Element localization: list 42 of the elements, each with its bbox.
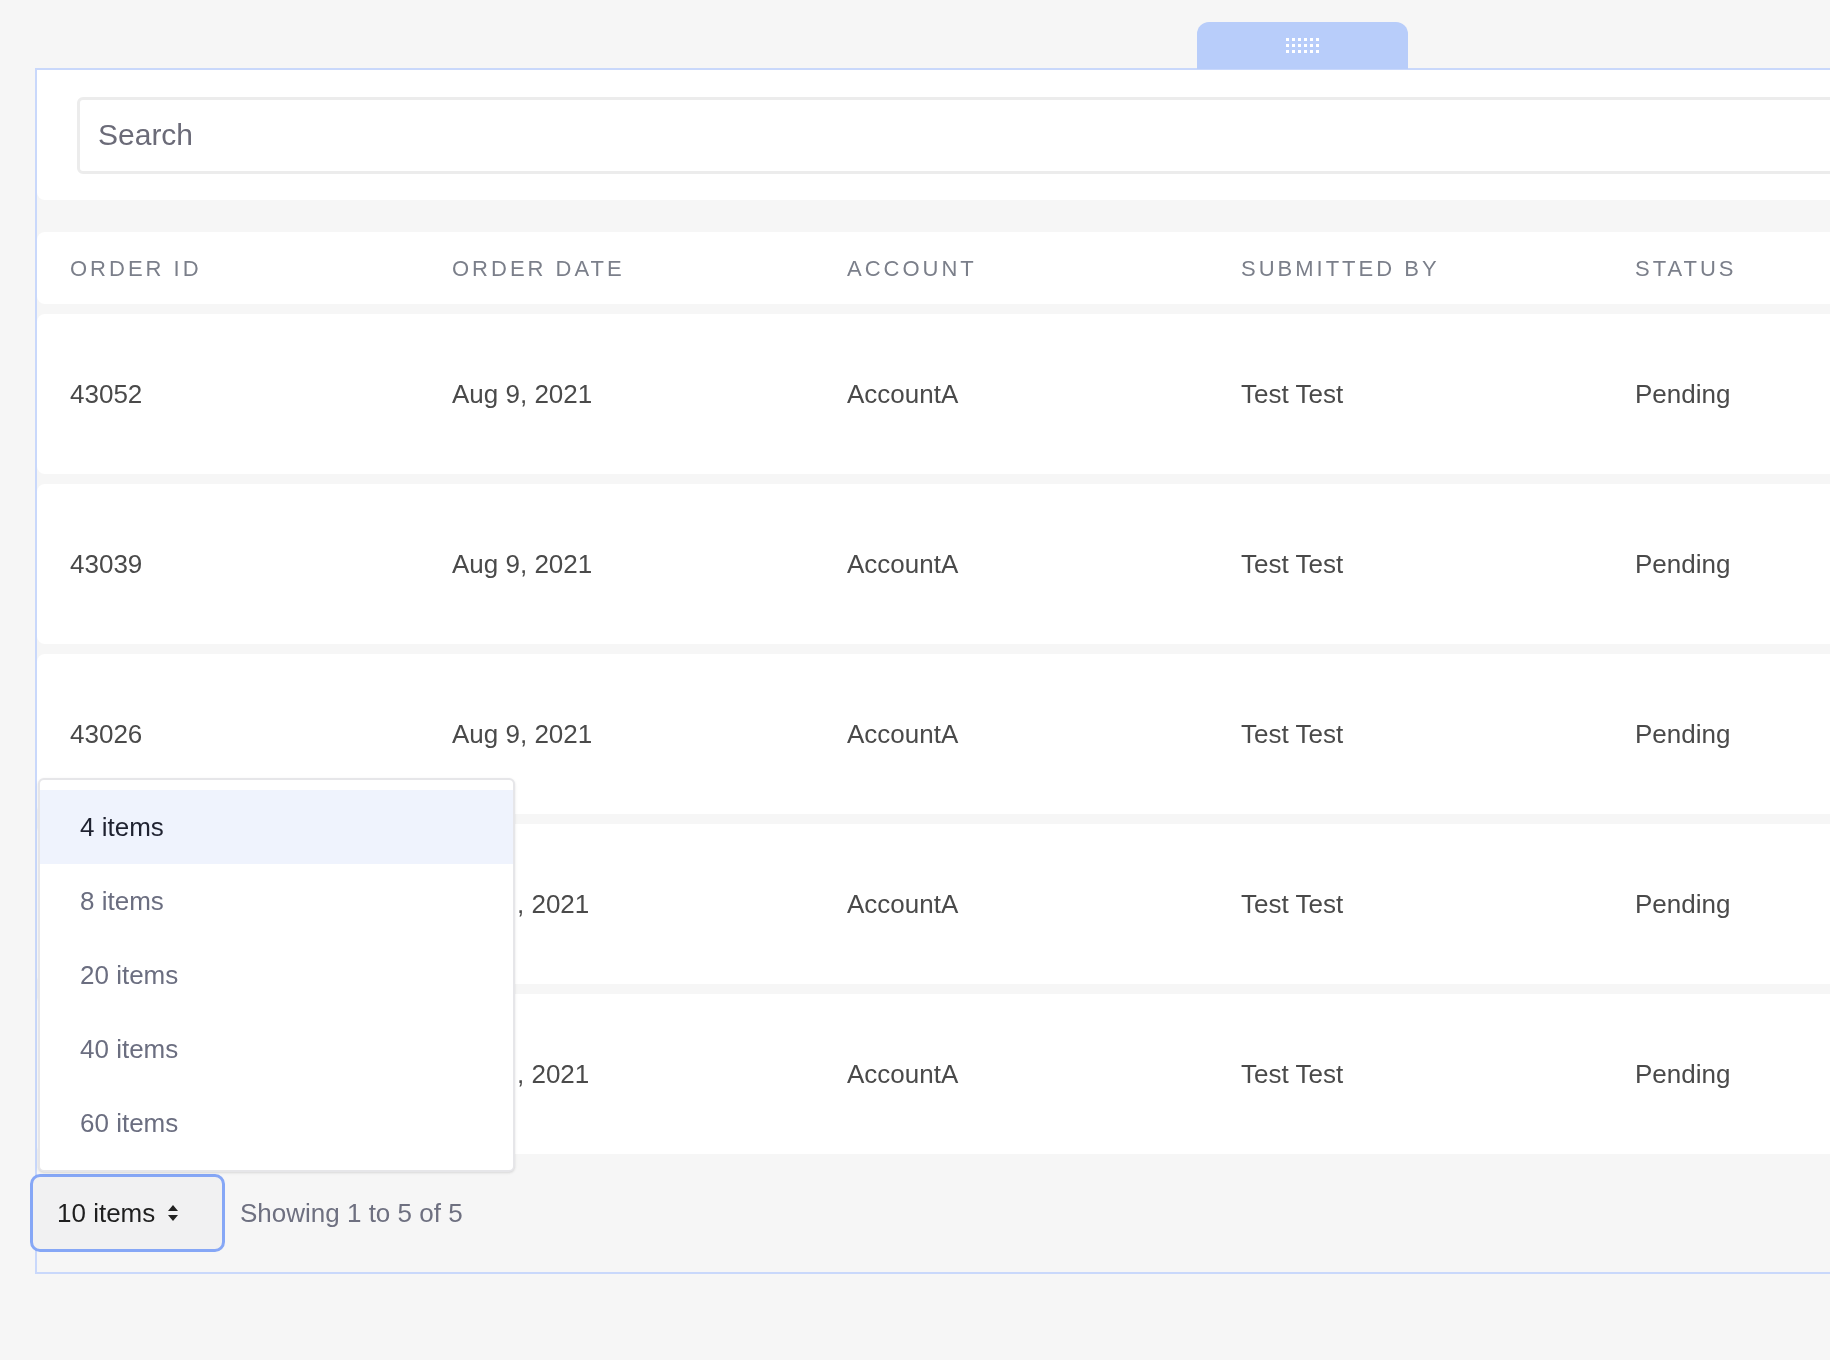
column-header: ACCOUNT bbox=[847, 254, 978, 283]
table-cell: , 2021 bbox=[517, 1058, 590, 1089]
table-row[interactable]: 43039 Aug 9, 2021 AccountA Test Test Pending bbox=[37, 484, 1830, 644]
sort-caret-icon bbox=[167, 1204, 180, 1222]
table-row[interactable]: 43026 Aug 9, 2021 AccountA Test Test Pending bbox=[37, 654, 1830, 814]
table-cell: Pending bbox=[1635, 1058, 1731, 1089]
table-cell: Aug 9, 2021 bbox=[452, 548, 593, 579]
table-cell: 43026 bbox=[70, 718, 143, 749]
table-cell: Pending bbox=[1635, 378, 1731, 409]
dropdown-option[interactable]: 40 items bbox=[40, 1012, 513, 1086]
table-row[interactable]: 43052 Aug 9, 2021 AccountA Test Test Pending bbox=[37, 314, 1830, 474]
table-cell: Test Test bbox=[1241, 888, 1344, 919]
results-summary: Showing 1 to 5 of 5 bbox=[240, 1196, 463, 1230]
table-cell: Pending bbox=[1635, 888, 1731, 919]
dropdown-option[interactable]: 8 items bbox=[40, 864, 513, 938]
table-cell: AccountA bbox=[847, 718, 959, 749]
drag-handle[interactable] bbox=[1197, 22, 1408, 69]
search-field[interactable]: Search bbox=[77, 96, 1830, 174]
column-header: ORDER ID bbox=[70, 254, 203, 283]
table-cell: , 2021 bbox=[517, 888, 590, 919]
column-header: STATUS bbox=[1635, 254, 1738, 283]
table-cell: 43052 bbox=[70, 378, 143, 409]
table-cell: 43039 bbox=[70, 548, 143, 579]
dropdown-option[interactable]: 20 items bbox=[40, 938, 513, 1012]
dropdown-option[interactable]: 60 items bbox=[40, 1086, 513, 1160]
table-cell: Pending bbox=[1635, 718, 1731, 749]
table-cell: Test Test bbox=[1241, 1058, 1344, 1089]
table-cell: Test Test bbox=[1241, 548, 1344, 579]
table-cell: AccountA bbox=[847, 888, 959, 919]
table-cell: Aug 9, 2021 bbox=[452, 378, 593, 409]
column-header: SUBMITTED BY bbox=[1241, 254, 1441, 283]
table-cell: Test Test bbox=[1241, 378, 1344, 409]
table-cell: Aug 9, 2021 bbox=[452, 718, 593, 749]
page-size-select[interactable]: 10 items bbox=[30, 1174, 225, 1252]
table-cell: AccountA bbox=[847, 378, 959, 409]
table-cell: AccountA bbox=[847, 548, 959, 579]
column-header: ORDER DATE bbox=[452, 254, 626, 283]
table-cell: AccountA bbox=[847, 1058, 959, 1089]
table-cell: Pending bbox=[1635, 548, 1731, 579]
grip-icon bbox=[1286, 38, 1319, 53]
table-cell: Test Test bbox=[1241, 718, 1344, 749]
dropdown-option[interactable]: 4 items bbox=[40, 790, 513, 864]
